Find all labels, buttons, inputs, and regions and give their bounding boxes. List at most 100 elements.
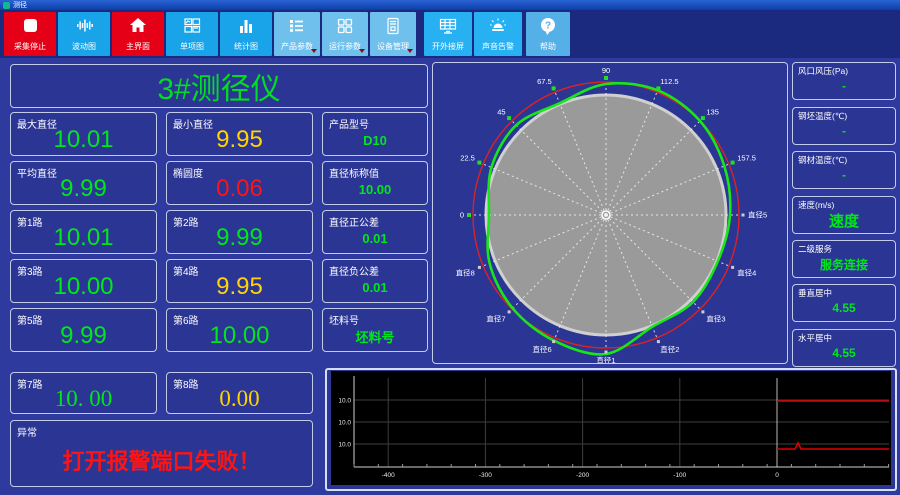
measure-cell: 坯料号 坯料号 — [322, 308, 428, 352]
title-bar: 测径 — [0, 0, 900, 10]
measure-cell: 直径正公差 0.01 — [322, 210, 428, 254]
toolbar: 采集停止 波动图 主界面 单项图 统计图 产品参数 运行参数 设备管理 开外接屏… — [0, 10, 900, 58]
stop-icon — [4, 15, 56, 37]
measure-cell: 第3路 10.00 — [10, 259, 157, 303]
toolbar-button-6[interactable]: 产品参数 — [274, 12, 320, 56]
measure-cell: 产品型号 D10 — [322, 112, 428, 156]
cell-value: 9.95 — [216, 126, 263, 153]
cell-value: 9.99 — [60, 175, 107, 202]
bar-chart-icon — [220, 15, 272, 37]
sidebar-value: - — [842, 79, 846, 93]
measure-cell: 椭圆度 0.06 — [166, 161, 313, 205]
svg-text:直径8: 直径8 — [456, 267, 475, 277]
help-icon: ? — [526, 15, 570, 37]
sidebar-panel: 速度(m/s) 速度 — [792, 196, 896, 234]
svg-text:135: 135 — [706, 108, 719, 117]
sidebar-value: 4.55 — [832, 346, 856, 360]
gauge-title: 3#测径仪 — [157, 73, 281, 106]
cell-value: 9.95 — [216, 273, 263, 300]
sidebar-value: 4.55 — [832, 301, 856, 315]
home-icon — [112, 15, 164, 37]
sound-alarm-icon — [474, 15, 522, 37]
svg-text:?: ? — [545, 21, 551, 32]
svg-text:0: 0 — [775, 472, 779, 479]
toolbar-button-7[interactable]: 运行参数 — [322, 12, 368, 56]
toolbar-button-10[interactable]: 声音告警 — [474, 12, 522, 56]
cell-value: 0.01 — [362, 230, 388, 246]
svg-text:-300: -300 — [479, 472, 492, 479]
cell-value: 9.99 — [216, 224, 263, 251]
window-title: 测径 — [13, 1, 27, 9]
cell-value: 10.00 — [53, 273, 114, 300]
svg-text:直径7: 直径7 — [486, 313, 505, 323]
svg-text:直径2: 直径2 — [660, 344, 679, 354]
gauge-title-panel: 3#测径仪 — [10, 64, 428, 108]
sidebar-panel: 二级服务 服务连接 — [792, 240, 896, 278]
cell-value: 0.01 — [362, 279, 388, 295]
toolbar-button-1[interactable]: 采集停止 — [4, 12, 56, 56]
svg-text:22.5: 22.5 — [460, 154, 475, 163]
toolbar-button-4[interactable]: 单项图 — [166, 12, 218, 56]
toolbar-button-2[interactable]: 波动图 — [58, 12, 110, 56]
svg-text:-100: -100 — [673, 472, 686, 479]
cell-value: D10 — [363, 132, 387, 148]
toolbar-button-label: 单项图 — [180, 42, 204, 51]
svg-text:10.0: 10.0 — [338, 420, 351, 427]
svg-text:-400: -400 — [382, 472, 395, 479]
toolbar-button-11[interactable]: ? 帮助 — [526, 12, 570, 56]
svg-text:112.5: 112.5 — [660, 77, 678, 86]
measure-cell: 直径负公差 0.01 — [322, 259, 428, 303]
measure-cell: 最小直径 9.95 — [166, 112, 313, 156]
measure-cell: 第2路 9.99 — [166, 210, 313, 254]
multi-chart-icon — [166, 15, 218, 37]
cell-value: 10.00 — [209, 322, 270, 349]
cell-value: 10.00 — [358, 181, 392, 197]
measure-cell: 第4路 9.95 — [166, 259, 313, 303]
cell-value: 0.00 — [219, 386, 260, 411]
dropdown-arrow-icon[interactable] — [311, 49, 317, 53]
toolbar-button-9[interactable]: 开外接屏 — [424, 12, 472, 56]
svg-text:-200: -200 — [576, 472, 589, 479]
svg-text:90: 90 — [602, 66, 610, 75]
svg-text:直径3: 直径3 — [706, 313, 725, 323]
toolbar-button-3[interactable]: 主界面 — [112, 12, 164, 56]
sidebar-value: 服务连接 — [819, 257, 868, 272]
alarm-panel: 异常 打开报警端口失败！ — [10, 420, 313, 487]
external-screen-icon — [424, 15, 472, 37]
svg-text:67.5: 67.5 — [537, 77, 552, 86]
measure-cell: 平均直径 9.99 — [10, 161, 157, 205]
device-manage-icon — [370, 15, 416, 37]
toolbar-button-label: 主界面 — [126, 42, 150, 51]
sidebar-value: 速度 — [828, 212, 859, 230]
sidebar-panel: 水平居中 4.55 — [792, 329, 896, 367]
sidebar-value: - — [842, 124, 846, 138]
cell-value: 0.06 — [216, 175, 263, 202]
sidebar-value: - — [842, 168, 846, 182]
svg-text:直径6: 直径6 — [533, 344, 552, 354]
sidebar-panel: 垂直居中 4.55 — [792, 284, 896, 322]
toolbar-button-8[interactable]: 设备管理 — [370, 12, 416, 56]
toolbar-button-label: 采集停止 — [14, 42, 46, 51]
svg-text:直径5: 直径5 — [748, 210, 767, 220]
svg-text:10.0: 10.0 — [338, 442, 351, 449]
svg-text:45: 45 — [497, 108, 505, 117]
measure-cell: 第6路 10.00 — [166, 308, 313, 352]
trend-chart-svg: 10.0 10.0 10.0 -400 -300 -200 -100 0 — [331, 371, 891, 485]
product-params-icon — [274, 15, 320, 37]
toolbar-button-label: 帮助 — [540, 42, 556, 51]
svg-text:10.0: 10.0 — [338, 398, 351, 405]
toolbar-button-5[interactable]: 统计图 — [220, 12, 272, 56]
app-window: 测径 采集停止 波动图 主界面 单项图 统计图 产品参数 运行参数 设备管理 开… — [0, 0, 900, 495]
cell-value: 10.01 — [53, 224, 114, 251]
polar-chart-panel: 0 22.5 45 67.5 90 112.5 135 157.5 直径5 直径4 直径3 直径2 直径… — [432, 62, 788, 364]
cell-value: 10. 00 — [54, 386, 113, 411]
cell-value: 9.99 — [60, 322, 107, 349]
trend-chart-panel: 10.0 10.0 10.0 -400 -300 -200 -100 0 — [325, 368, 897, 491]
toolbar-button-label: 统计图 — [234, 42, 258, 51]
measure-cell: 第8路 0.00 — [166, 372, 313, 414]
dropdown-arrow-icon[interactable] — [359, 49, 365, 53]
dropdown-arrow-icon[interactable] — [407, 49, 413, 53]
run-params-icon — [322, 15, 368, 37]
svg-text:0: 0 — [460, 211, 464, 220]
sidebar-panel: 钢坯温度(℃) - — [792, 107, 896, 145]
